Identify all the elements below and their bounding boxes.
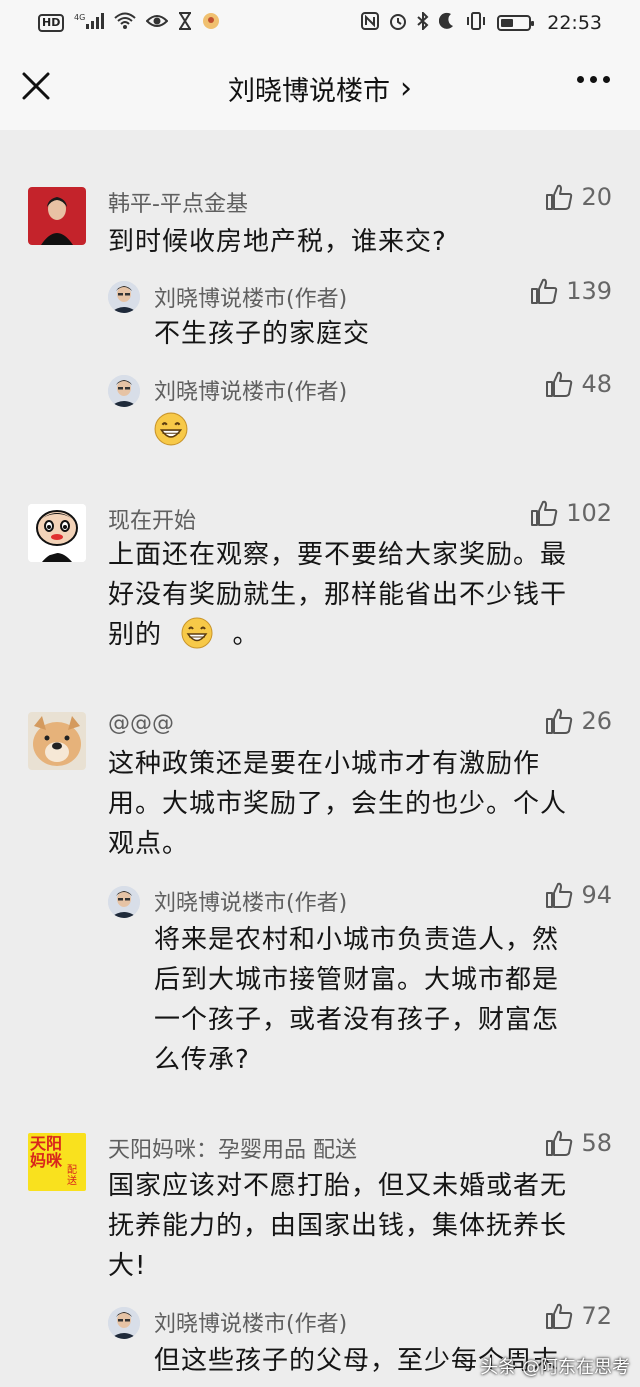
thumbs-up-icon (545, 707, 573, 735)
thumbs-up-icon (545, 1302, 573, 1330)
moon-icon (439, 12, 455, 34)
comment-author[interactable]: 韩平-平点金基 (108, 186, 248, 218)
comment-author[interactable]: @@@ (108, 711, 174, 736)
like-button[interactable]: 58 (545, 1129, 612, 1157)
battery-icon (497, 15, 535, 31)
comment-text-line: 用。大城市奖励了，会生的也少。个人 (108, 789, 568, 819)
comment-text: 上面还在观察，要不要给大家奖励。最 好没有奖励就生，那样能省出不少钱干 别的 。 (108, 535, 618, 655)
thumbs-up-icon (545, 1129, 573, 1157)
page-title: 刘晓博说楼市 (228, 75, 390, 107)
avatar[interactable] (28, 187, 86, 245)
reply-author[interactable]: 刘晓博说楼市(作者) (154, 1306, 347, 1338)
author-avatar[interactable] (108, 886, 140, 918)
thumbs-up-icon (545, 881, 573, 909)
reply-author[interactable]: 刘晓博说楼市(作者) (154, 374, 347, 406)
reply-text-line: 么传承? (154, 1045, 250, 1075)
reply-text-line: 将来是农村和小城市负责造人，然 (154, 925, 560, 955)
reply-text-line: 后到大城市接管财富。大城市都是 (154, 965, 560, 995)
comment-text: 这种政策还是要在小城市才有激励作 用。大城市奖励了，会生的也少。个人 观点。 (108, 744, 618, 864)
like-button[interactable]: 72 (545, 1302, 612, 1330)
comment-text-fragment: 别的 (108, 620, 163, 650)
reply-author[interactable]: 刘晓博说楼市(作者) (154, 281, 347, 313)
more-dot-icon (603, 76, 610, 83)
vibrate-icon (465, 12, 487, 34)
avatar-logo-text: 天阳妈咪 (30, 1134, 63, 1170)
more-dot-icon (577, 76, 584, 83)
status-left: HD 4G (38, 12, 220, 34)
like-count: 139 (566, 277, 612, 305)
like-count: 102 (566, 499, 612, 527)
wifi-icon (114, 12, 137, 34)
status-right: 22:53 (361, 10, 602, 34)
comment-text-line: 观点。 (108, 829, 190, 859)
like-count: 72 (581, 1302, 612, 1330)
like-button[interactable]: 102 (530, 499, 612, 527)
grinning-emoji-icon (181, 617, 213, 649)
comment-text-line: 上面还在观察，要不要给大家奖励。最 (108, 540, 568, 570)
thumbs-up-icon (530, 277, 558, 305)
comment-text-line: 这种政策还是要在小城市才有激励作 (108, 749, 541, 779)
like-button[interactable]: 48 (545, 370, 612, 398)
comment-text: 国家应该对不愿打胎，但又未婚或者无 抚养能力的，由国家出钱，集体抚养长 大! (108, 1166, 618, 1286)
watermark: 头条 @阿东在思考 (480, 1357, 630, 1378)
thumbs-up-icon (530, 499, 558, 527)
like-count: 20 (581, 183, 612, 211)
thumbs-up-icon (545, 370, 573, 398)
more-dot-icon (590, 76, 597, 83)
like-count: 48 (581, 370, 612, 398)
app-notification-icon (202, 12, 220, 34)
author-avatar[interactable] (108, 1307, 140, 1339)
chevron-right-icon: › (400, 70, 412, 106)
bluetooth-icon (417, 10, 429, 34)
avatar[interactable] (28, 504, 86, 562)
reply-text: 将来是农村和小城市负责造人，然 后到大城市接管财富。大城市都是 一个孩子，或者没… (154, 920, 614, 1080)
comment-text-line: 抚养能力的，由国家出钱，集体抚养长 (108, 1211, 568, 1241)
reply-text-line: 一个孩子，或者没有孩子，财富怎 (154, 1005, 560, 1035)
status-bar: HD 4G 22:53 (0, 0, 640, 46)
comment-author[interactable]: 现在开始 (108, 503, 196, 535)
comment-text: 到时候收房地产税，谁来交? (108, 227, 447, 257)
hourglass-icon (178, 12, 192, 34)
comment-author[interactable]: 天阳妈咪：孕婴用品 配送 (108, 1132, 357, 1164)
like-count: 26 (581, 707, 612, 735)
thumbs-up-icon (545, 183, 573, 211)
comment-text-line: 好没有奖励就生，那样能省出不少钱干 (108, 580, 568, 610)
like-button[interactable]: 94 (545, 881, 612, 909)
like-count: 58 (581, 1129, 612, 1157)
comment-text-line: 大! (108, 1251, 147, 1281)
more-button[interactable] (577, 76, 610, 83)
avatar-logo-subtext: 配送 (67, 1165, 77, 1187)
reply-author[interactable]: 刘晓博说楼市(作者) (154, 885, 347, 917)
hd-icon: HD (38, 14, 65, 32)
grinning-emoji-icon (154, 412, 188, 450)
close-icon (22, 72, 50, 100)
like-button[interactable]: 20 (545, 183, 612, 211)
like-count: 94 (581, 881, 612, 909)
eye-icon (145, 13, 169, 33)
comment-text-fragment: 。 (232, 620, 260, 650)
author-avatar[interactable] (108, 375, 140, 407)
signal-icon: 4G (74, 12, 105, 34)
clock: 22:53 (547, 12, 602, 34)
avatar[interactable] (28, 712, 86, 770)
alarm-icon (389, 12, 407, 34)
nfc-icon (361, 12, 380, 34)
page-title-link[interactable]: 刘晓博说楼市 › (228, 69, 412, 108)
svg-text:4G: 4G (74, 13, 85, 22)
author-avatar[interactable] (108, 281, 140, 313)
comment-text-line: 国家应该对不愿打胎，但又未婚或者无 (108, 1171, 568, 1201)
reply-text: 不生孩子的家庭交 (154, 319, 371, 349)
avatar[interactable]: 天阳妈咪 配送 (28, 1133, 86, 1191)
close-button[interactable] (20, 70, 52, 102)
comment-text-line: 别的 。 (108, 615, 618, 655)
like-button[interactable]: 26 (545, 707, 612, 735)
title-bar: 刘晓博说楼市 › (0, 46, 640, 130)
like-button[interactable]: 139 (530, 277, 612, 305)
